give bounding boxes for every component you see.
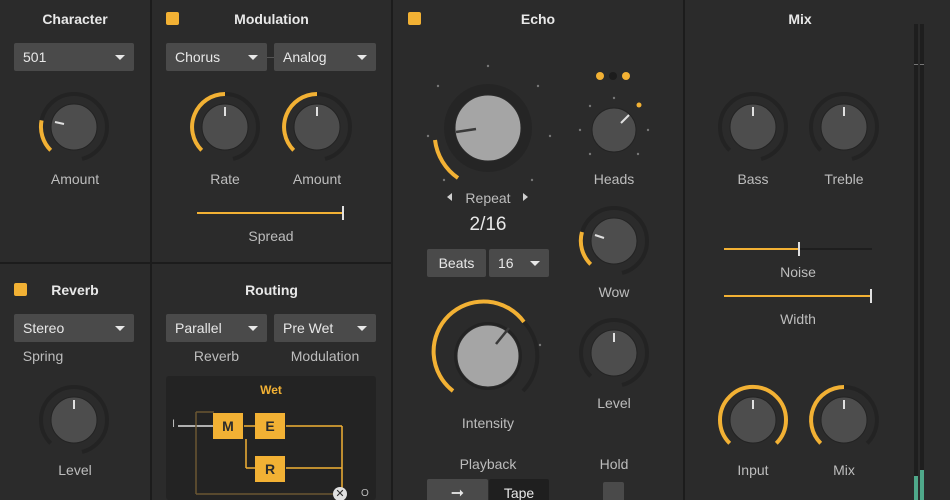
echo-heads-knob[interactable] <box>576 92 652 168</box>
echo-repeat-value: 2/16 <box>469 214 507 235</box>
routing-position-dropdown[interactable]: Pre Wet <box>274 314 376 342</box>
modulation-mode-dropdown[interactable]: Analog <box>274 43 376 71</box>
echo-playback-label: Playback <box>459 456 517 472</box>
mix-mix-knob[interactable] <box>807 383 881 457</box>
routing-modulation-label: Modulation <box>290 348 360 364</box>
routing-title: Routing <box>245 282 298 298</box>
reverb-type-value: Stereo <box>23 320 65 336</box>
head-indicator-dot[interactable] <box>609 72 617 80</box>
width-slider-handle[interactable] <box>870 289 872 303</box>
output-meter-right <box>920 24 924 500</box>
chevron-down-icon <box>115 326 125 331</box>
noise-slider-handle[interactable] <box>798 242 800 256</box>
mix-treble-knob[interactable] <box>807 90 881 164</box>
separator <box>683 0 685 500</box>
reverb-type-dropdown[interactable]: Stereo <box>14 314 134 342</box>
chevron-down-icon <box>248 55 258 60</box>
echo-heads-label: Heads <box>593 171 635 187</box>
mix-noise-slider[interactable] <box>724 242 872 256</box>
output-meter-left <box>914 24 918 500</box>
echo-beats-button[interactable]: Beats <box>427 249 486 277</box>
mix-treble-label: Treble <box>824 171 864 187</box>
echo-beats-dropdown[interactable]: 16 <box>489 249 549 277</box>
repeat-prev-button[interactable] <box>447 193 455 201</box>
repeat-next-button[interactable] <box>523 193 531 201</box>
modulation-mode-value: Analog <box>283 49 327 65</box>
head-indicator-dot[interactable] <box>596 72 604 80</box>
mix-bass-label: Bass <box>737 171 769 187</box>
separator <box>150 0 152 500</box>
mix-mix-label: Mix <box>833 462 855 478</box>
modulation-type-dropdown[interactable]: Chorus <box>166 43 267 71</box>
reverb-subtype-label: Spring <box>22 348 64 364</box>
character-preset-dropdown[interactable]: 501 <box>14 43 134 71</box>
separator <box>0 262 391 264</box>
mix-title: Mix <box>788 11 812 27</box>
spread-slider-fill <box>197 212 343 214</box>
routing-position-value: Pre Wet <box>283 320 334 336</box>
playback-tape-button[interactable]: Tape <box>489 479 549 500</box>
mix-input-label: Input <box>737 462 769 478</box>
mix-bass-knob[interactable] <box>716 90 790 164</box>
echo-beats-value: 16 <box>498 255 514 271</box>
noise-slider-fill <box>724 248 798 250</box>
echo-intensity-label: Intensity <box>461 415 515 431</box>
modulation-title: Modulation <box>234 11 309 27</box>
mix-width-slider[interactable] <box>724 289 872 303</box>
echo-title: Echo <box>520 11 556 27</box>
routing-output-label: O <box>361 488 369 499</box>
chevron-down-icon <box>530 261 540 266</box>
echo-hold-toggle[interactable] <box>603 482 624 500</box>
separator <box>391 0 393 500</box>
echo-wow-knob[interactable] <box>577 204 651 278</box>
echo-repeat-label: Repeat <box>465 190 511 206</box>
mix-node-icon: ✕ <box>333 487 347 500</box>
modulation-type-value: Chorus <box>175 49 221 65</box>
playback-direction-button[interactable]: ➞ <box>427 479 488 500</box>
routing-reverb-label: Reverb <box>193 348 240 364</box>
modulation-spread-label: Spread <box>248 228 294 244</box>
character-amount-label: Amount <box>50 171 100 187</box>
width-slider-fill <box>724 295 872 297</box>
character-preset-value: 501 <box>23 49 47 65</box>
character-title: Character <box>42 11 108 27</box>
mix-noise-label: Noise <box>780 264 816 280</box>
routing-input-label: I <box>172 418 176 430</box>
chevron-down-icon <box>248 326 258 331</box>
routing-node-reverb[interactable]: R <box>255 456 285 482</box>
chevron-down-icon <box>115 55 125 60</box>
reverb-title: Reverb <box>51 282 99 298</box>
echo-intensity-knob[interactable] <box>430 298 546 414</box>
mix-input-knob[interactable] <box>716 383 790 457</box>
modulation-amount-label: Amount <box>292 171 342 187</box>
spread-slider-handle[interactable] <box>342 206 345 220</box>
routing-mode-value: Parallel <box>175 320 222 336</box>
head-indicator-dot[interactable] <box>622 72 630 80</box>
chevron-down-icon <box>357 326 367 331</box>
echo-wow-label: Wow <box>598 284 630 300</box>
modulation-rate-knob[interactable] <box>188 90 262 164</box>
routing-diagram: Wet I M E R ✕ O <box>166 376 376 500</box>
link-line <box>267 57 274 58</box>
mix-width-label: Width <box>780 311 816 327</box>
routing-node-modulation[interactable]: M <box>213 413 243 439</box>
echo-level-knob[interactable] <box>577 316 651 390</box>
echo-repeat-knob[interactable] <box>420 60 556 196</box>
reverb-level-label: Level <box>58 462 92 478</box>
character-amount-knob[interactable] <box>37 90 111 164</box>
echo-hold-label: Hold <box>599 456 629 472</box>
routing-node-echo[interactable]: E <box>255 413 285 439</box>
echo-level-label: Level <box>597 395 631 411</box>
arrow-right-icon: ➞ <box>450 485 465 500</box>
modulation-rate-label: Rate <box>210 171 240 187</box>
reverb-level-knob[interactable] <box>37 383 111 457</box>
modulation-amount-knob[interactable] <box>280 90 354 164</box>
chevron-down-icon <box>357 55 367 60</box>
routing-mode-dropdown[interactable]: Parallel <box>166 314 267 342</box>
modulation-spread-slider[interactable] <box>197 206 345 220</box>
